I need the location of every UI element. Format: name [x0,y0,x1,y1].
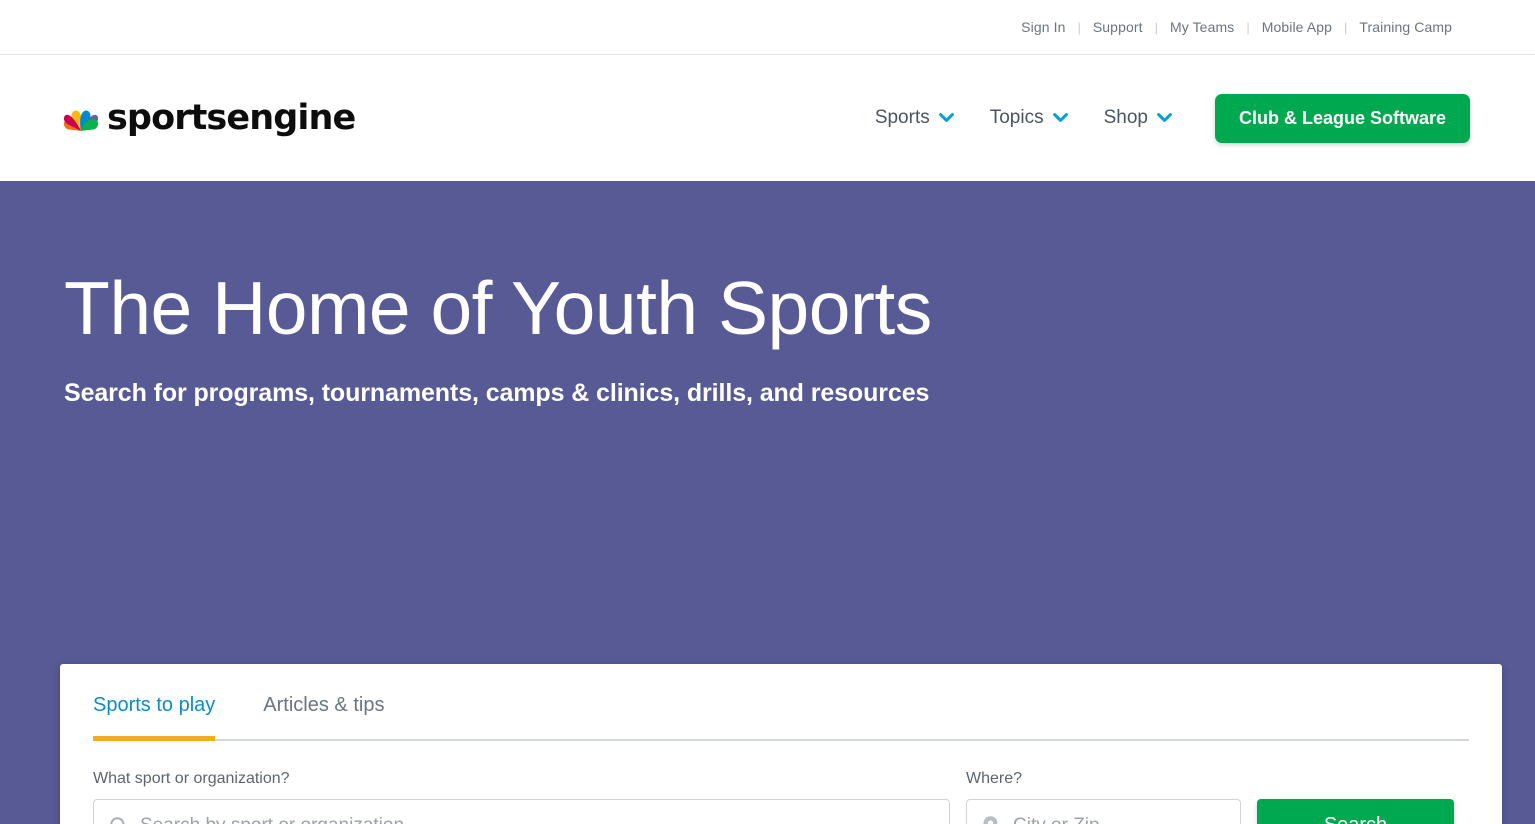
brand-logo-link[interactable]: sportsengine [64,97,356,138]
search-input[interactable] [94,800,949,824]
utility-separator: | [1077,19,1081,35]
tab-articles-and-tips[interactable]: Articles & tips [239,694,408,739]
utility-nav: Sign In | Support | My Teams | Mobile Ap… [1021,19,1452,35]
where-field-label: Where? [966,770,1023,787]
hero-section: The Home of Youth Sports Search for prog… [0,181,1535,824]
nav-item-label: Shop [1103,107,1148,128]
nbc-peacock-icon [64,101,98,135]
utility-link-mobile-app[interactable]: Mobile App [1262,19,1332,35]
search-fields-row: What sport or organization? Where? [93,770,1469,824]
utility-link-sign-in[interactable]: Sign In [1021,19,1065,35]
search-card: Sports to play Articles & tips What spor… [60,664,1502,824]
hero-title: The Home of Youth Sports [64,266,932,350]
tab-sports-to-play[interactable]: Sports to play [93,694,239,741]
chevron-down-icon [1157,113,1172,123]
utility-link-my-teams[interactable]: My Teams [1170,19,1234,35]
sport-input-wrap[interactable] [93,799,950,824]
nav-item-topics[interactable]: Topics [972,97,1086,139]
search-button[interactable]: Search [1257,799,1454,824]
sport-field-label: What sport or organization? [93,770,290,787]
nav-item-label: Topics [989,107,1044,128]
utility-separator: | [1154,19,1158,35]
nav-item-sports[interactable]: Sports [857,97,972,139]
primary-nav: Sports Topics Shop Club & League Softwar… [857,93,1470,143]
chevron-down-icon [1052,113,1068,123]
nav-item-label: Sports [874,107,930,128]
search-tabs: Sports to play Articles & tips [93,694,1469,741]
site-header: sportsengine Sports Topics Shop Club & L… [0,55,1535,181]
where-field-group: Where? [966,770,1241,824]
utility-separator: | [1344,19,1348,35]
utility-bar: Sign In | Support | My Teams | Mobile Ap… [0,0,1535,55]
club-league-software-button[interactable]: Club & League Software [1214,93,1470,143]
where-input-wrap[interactable] [966,799,1241,824]
location-input[interactable] [967,800,1240,824]
hero-subtitle: Search for programs, tournaments, camps … [64,379,930,407]
chevron-down-icon [938,113,954,123]
utility-link-support[interactable]: Support [1093,19,1143,35]
sport-field-group: What sport or organization? [93,770,950,824]
utility-link-training-camp[interactable]: Training Camp [1359,19,1452,35]
nav-item-shop[interactable]: Shop [1086,97,1190,139]
brand-wordmark: sportsengine [107,97,356,138]
utility-separator: | [1246,19,1250,35]
